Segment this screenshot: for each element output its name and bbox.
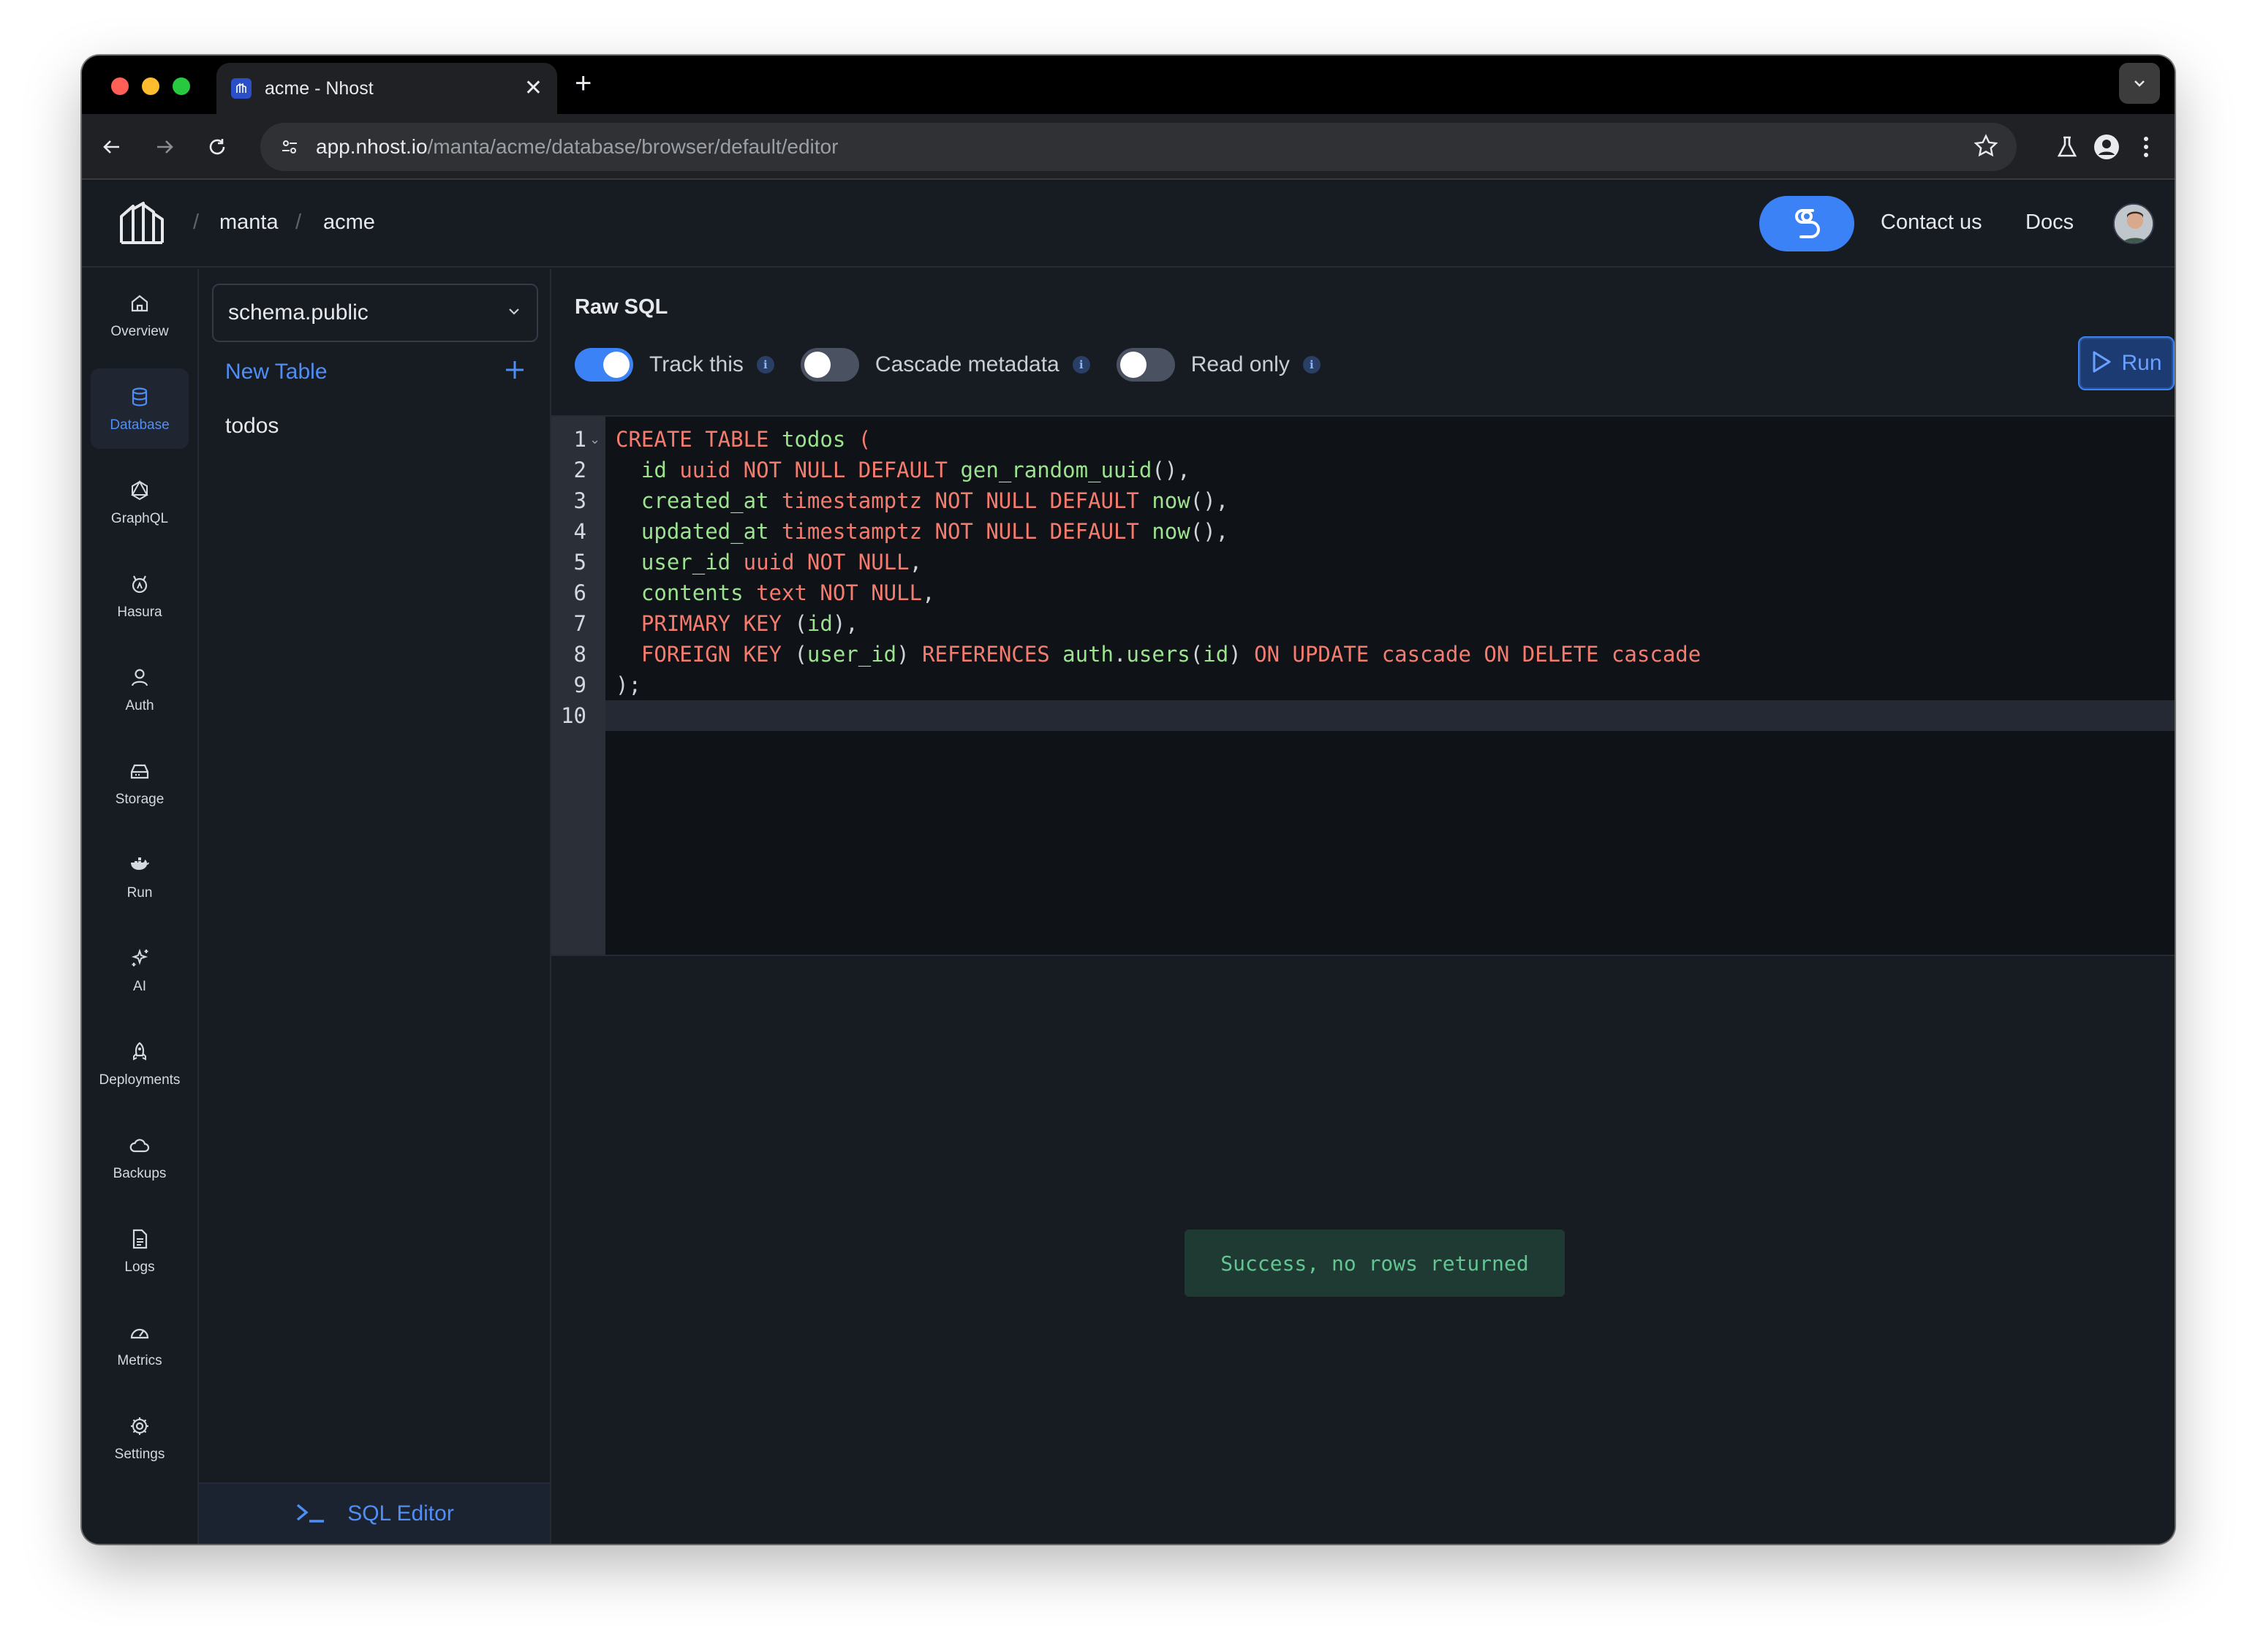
sidebar-item-storage[interactable]: Storage (91, 743, 189, 823)
code-line: 5 user_id uuid NOT NULL, (573, 550, 923, 575)
code-area[interactable]: 1 ⌄ CREATE TABLE todos ( 2 id uuid NOT NU… (561, 417, 2175, 955)
success-message: Success, no rows returned (1185, 1229, 1565, 1297)
code-line: 1 ⌄ CREATE TABLE todos ( (574, 424, 2175, 455)
sidebar-item-run[interactable]: Run (91, 836, 189, 917)
info-icon[interactable]: i (756, 356, 774, 374)
docker-icon (126, 852, 153, 878)
bookmark-star-icon[interactable] (1971, 132, 2001, 164)
nhost-logo-icon[interactable] (114, 196, 170, 251)
user-avatar[interactable] (2113, 203, 2154, 244)
side-navigation: Overview Database GraphQL Hasura Auth St… (82, 269, 199, 1544)
code-line: 2 id uuid NOT NULL DEFAULT gen_random_uu… (573, 458, 1190, 482)
sidebar-item-logs[interactable]: Logs (91, 1210, 189, 1291)
cloud-icon (126, 1132, 153, 1159)
ai-assistant-button[interactable] (1759, 196, 1854, 251)
graphql-icon (126, 477, 153, 504)
minimize-window-button[interactable] (142, 77, 159, 95)
browser-menu-icon[interactable] (2128, 129, 2164, 165)
read-only-toggle[interactable] (1116, 348, 1175, 382)
nhost-app: / manta / acme Contact us Docs Overview … (82, 181, 2175, 1544)
track-this-label: Track this (649, 352, 744, 376)
sidebar-item-auth[interactable]: Auth (91, 649, 189, 730)
labs-flask-icon[interactable] (2049, 129, 2085, 165)
code-line-active: 10 (561, 700, 2175, 731)
reload-icon[interactable] (200, 130, 234, 164)
browser-tab[interactable]: acme - Nhost ✕ (216, 63, 557, 114)
info-icon[interactable]: i (1302, 356, 1321, 374)
info-icon[interactable]: i (1072, 356, 1090, 374)
address-bar[interactable]: app.nhost.io/manta/acme/database/browser… (260, 123, 2017, 171)
add-table-plus-icon[interactable] (500, 355, 529, 384)
terminal-icon (295, 1501, 325, 1528)
docs-link[interactable]: Docs (2025, 211, 2074, 235)
tab-close-icon[interactable]: ✕ (524, 77, 543, 99)
tab-search-chevron-icon[interactable] (2119, 63, 2160, 104)
sidebar-item-database[interactable]: Database (91, 368, 189, 449)
cascade-metadata-label: Cascade metadata (875, 352, 1059, 376)
tab-title: acme - Nhost (265, 77, 374, 99)
sparkles-icon (126, 945, 153, 971)
sidebar-item-graphql[interactable]: GraphQL (91, 462, 189, 542)
sidebar-item-deployments[interactable]: Deployments (91, 1023, 189, 1104)
query-result-panel: Success, no rows returned (551, 956, 2175, 1544)
browser-window: acme - Nhost ✕ + app.nhost.io/manta/acme… (82, 56, 2175, 1544)
new-tab-plus-icon[interactable]: + (575, 69, 592, 98)
code-line: 6 contents text NOT NULL, (573, 580, 935, 605)
back-arrow-icon[interactable] (95, 130, 129, 164)
breadcrumb-separator: / (193, 211, 200, 234)
code-line: 4 updated_at timestamptz NOT NULL DEFAUL… (573, 519, 1229, 544)
close-window-button[interactable] (111, 77, 129, 95)
sidebar-item-backups[interactable]: Backups (91, 1117, 189, 1197)
fold-chevron-icon[interactable]: ⌄ (589, 424, 600, 455)
read-only-label: Read only (1190, 352, 1290, 376)
hasura-icon (126, 571, 153, 597)
new-table-link[interactable]: New Table (225, 360, 328, 384)
profile-icon[interactable] (2088, 129, 2125, 165)
url-text: app.nhost.io/manta/acme/database/browser… (316, 135, 839, 158)
maximize-window-button[interactable] (173, 77, 190, 95)
breadcrumb-project[interactable]: acme (323, 211, 375, 235)
editor-options: Track this i Cascade metadata i Read onl… (575, 346, 1347, 383)
sidebar-item-hasura[interactable]: Hasura (91, 556, 189, 636)
storage-icon (126, 758, 153, 784)
sidebar-item-metrics[interactable]: Metrics (91, 1304, 189, 1384)
breadcrumb-separator: / (295, 211, 302, 234)
code-line: 8 FOREIGN KEY (user_id) REFERENCES auth.… (573, 642, 1701, 667)
browser-toolbar: app.nhost.io/manta/acme/database/browser… (82, 114, 2175, 180)
cascade-metadata-toggle[interactable] (800, 348, 859, 382)
code-line: 9 ); (573, 672, 641, 697)
code-line: 7 PRIMARY KEY (id), (573, 611, 858, 636)
schema-select[interactable]: schema.public (212, 284, 538, 342)
code-editor[interactable]: 1 ⌄ CREATE TABLE todos ( 2 id uuid NOT NU… (551, 415, 2175, 956)
table-panel: schema.public New Table todos SQL Editor (199, 269, 551, 1544)
sidebar-item-ai[interactable]: AI (91, 930, 189, 1010)
gear-icon (126, 1413, 153, 1439)
track-this-toggle[interactable] (575, 348, 633, 382)
sql-editor-button[interactable]: SQL Editor (199, 1482, 550, 1544)
forward-arrow-icon[interactable] (148, 130, 181, 164)
table-list-item[interactable]: todos (225, 414, 279, 439)
app-header: / manta / acme Contact us Docs (82, 181, 2175, 268)
user-icon (126, 664, 153, 691)
file-icon (126, 1226, 153, 1252)
tab-strip: acme - Nhost ✕ + (82, 56, 2175, 114)
database-icon (126, 384, 153, 410)
breadcrumb-org[interactable]: manta (219, 211, 279, 235)
sidebar-item-settings[interactable]: Settings (91, 1398, 189, 1478)
page-title: Raw SQL (575, 295, 668, 319)
contact-us-link[interactable]: Contact us (1881, 211, 1982, 235)
nhost-favicon-icon (231, 78, 252, 99)
code-line: 3 created_at timestamptz NOT NULL DEFAUL… (573, 488, 1229, 513)
home-icon (126, 290, 153, 317)
site-settings-icon[interactable] (275, 132, 304, 162)
assistant-g-icon (1795, 209, 1820, 238)
gauge-icon (126, 1319, 153, 1346)
sidebar-item-overview[interactable]: Overview (91, 275, 189, 355)
chevron-down-icon (506, 303, 522, 323)
play-icon (2090, 350, 2112, 377)
sql-editor-panel: Raw SQL Track this i Cascade metadata i … (551, 269, 2175, 1544)
rocket-icon (126, 1039, 153, 1065)
run-button[interactable]: Run (2078, 336, 2175, 390)
